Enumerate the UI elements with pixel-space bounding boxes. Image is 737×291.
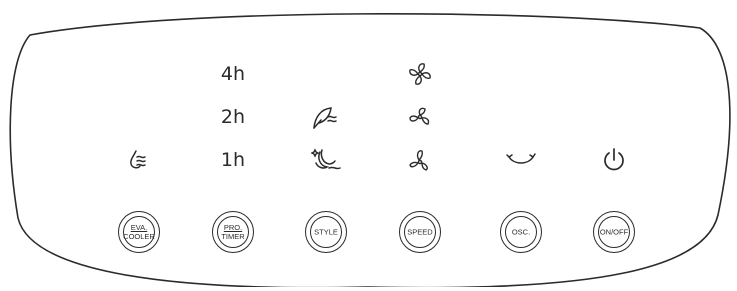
on-off-button-label: ON/OFF <box>599 227 629 237</box>
pro-timer-button-label: PRO. TIMER <box>213 223 253 241</box>
leaf-wind-icon <box>311 105 341 131</box>
oscillation-icon <box>504 151 538 169</box>
pro-timer-line1: PRO. <box>223 223 243 232</box>
eva-cooler-line1: EVA. <box>130 223 148 232</box>
fan-high-icon <box>407 61 433 87</box>
osc-button[interactable]: OSC. <box>500 211 542 253</box>
fan-low-icon <box>407 147 433 173</box>
water-drop-waves-icon <box>127 148 151 172</box>
pro-timer-button[interactable]: PRO. TIMER <box>212 211 254 253</box>
control-panel: 4h 2h 1h EVA. COOLER PRO. TIMER STYLE SP… <box>0 0 737 289</box>
timer-1h-label: 1h <box>220 149 246 171</box>
fan-mid-icon <box>407 104 433 130</box>
eva-cooler-button-label: EVA. COOLER <box>119 223 159 241</box>
speed-button[interactable]: SPEED <box>399 211 441 253</box>
timer-2h-label: 2h <box>220 106 246 128</box>
style-button[interactable]: STYLE <box>305 211 347 253</box>
timer-4h-label: 4h <box>220 63 246 85</box>
eva-cooler-button[interactable]: EVA. COOLER <box>118 211 160 253</box>
style-button-label: STYLE <box>314 227 338 237</box>
moon-star-icon <box>311 147 341 173</box>
eva-cooler-line2: COOLER <box>123 232 155 241</box>
on-off-button[interactable]: ON/OFF <box>593 211 635 253</box>
osc-button-label: OSC. <box>511 227 531 237</box>
pro-timer-line2: TIMER <box>221 232 245 241</box>
speed-button-label: SPEED <box>407 227 433 237</box>
power-icon <box>601 146 627 174</box>
